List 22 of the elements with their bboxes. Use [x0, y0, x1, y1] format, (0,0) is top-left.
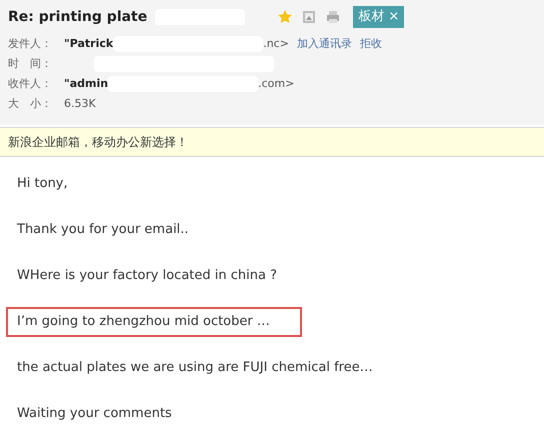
header-link[interactable]: 加入通讯录: [296, 34, 352, 54]
print-icon[interactable]: [325, 9, 342, 25]
email-address-end: .com>: [258, 76, 294, 92]
email-address-end: .nc>: [263, 36, 289, 52]
star-icon[interactable]: [277, 9, 294, 25]
tag-label[interactable]: 板材 ×: [353, 6, 404, 28]
email-subject: Re: printing plate: [8, 8, 148, 26]
contact-name: "Patrick: [64, 36, 114, 52]
body-line: Waiting your comments: [16, 405, 173, 423]
body-line: Hi tony,: [16, 175, 69, 193]
body-line: Thank you for your email..: [16, 221, 190, 239]
body-line: the actual plates we are using are FUJI chemical free…: [16, 359, 374, 377]
field-value: 6.53K: [64, 96, 96, 112]
contact-name: "admin: [64, 76, 108, 92]
body-line: WHere is your factory located in china ?: [16, 267, 278, 285]
header-link[interactable]: 拒收: [360, 34, 382, 54]
field-label: 大 小：: [8, 96, 53, 112]
image-icon[interactable]: [301, 9, 318, 25]
notice-text: 新浪企业邮箱，移动办公新选择！: [8, 135, 188, 149]
field-label: 发件人：: [8, 36, 53, 52]
field-label: 收件人：: [8, 76, 53, 92]
field-label: 时 间：: [8, 56, 53, 72]
